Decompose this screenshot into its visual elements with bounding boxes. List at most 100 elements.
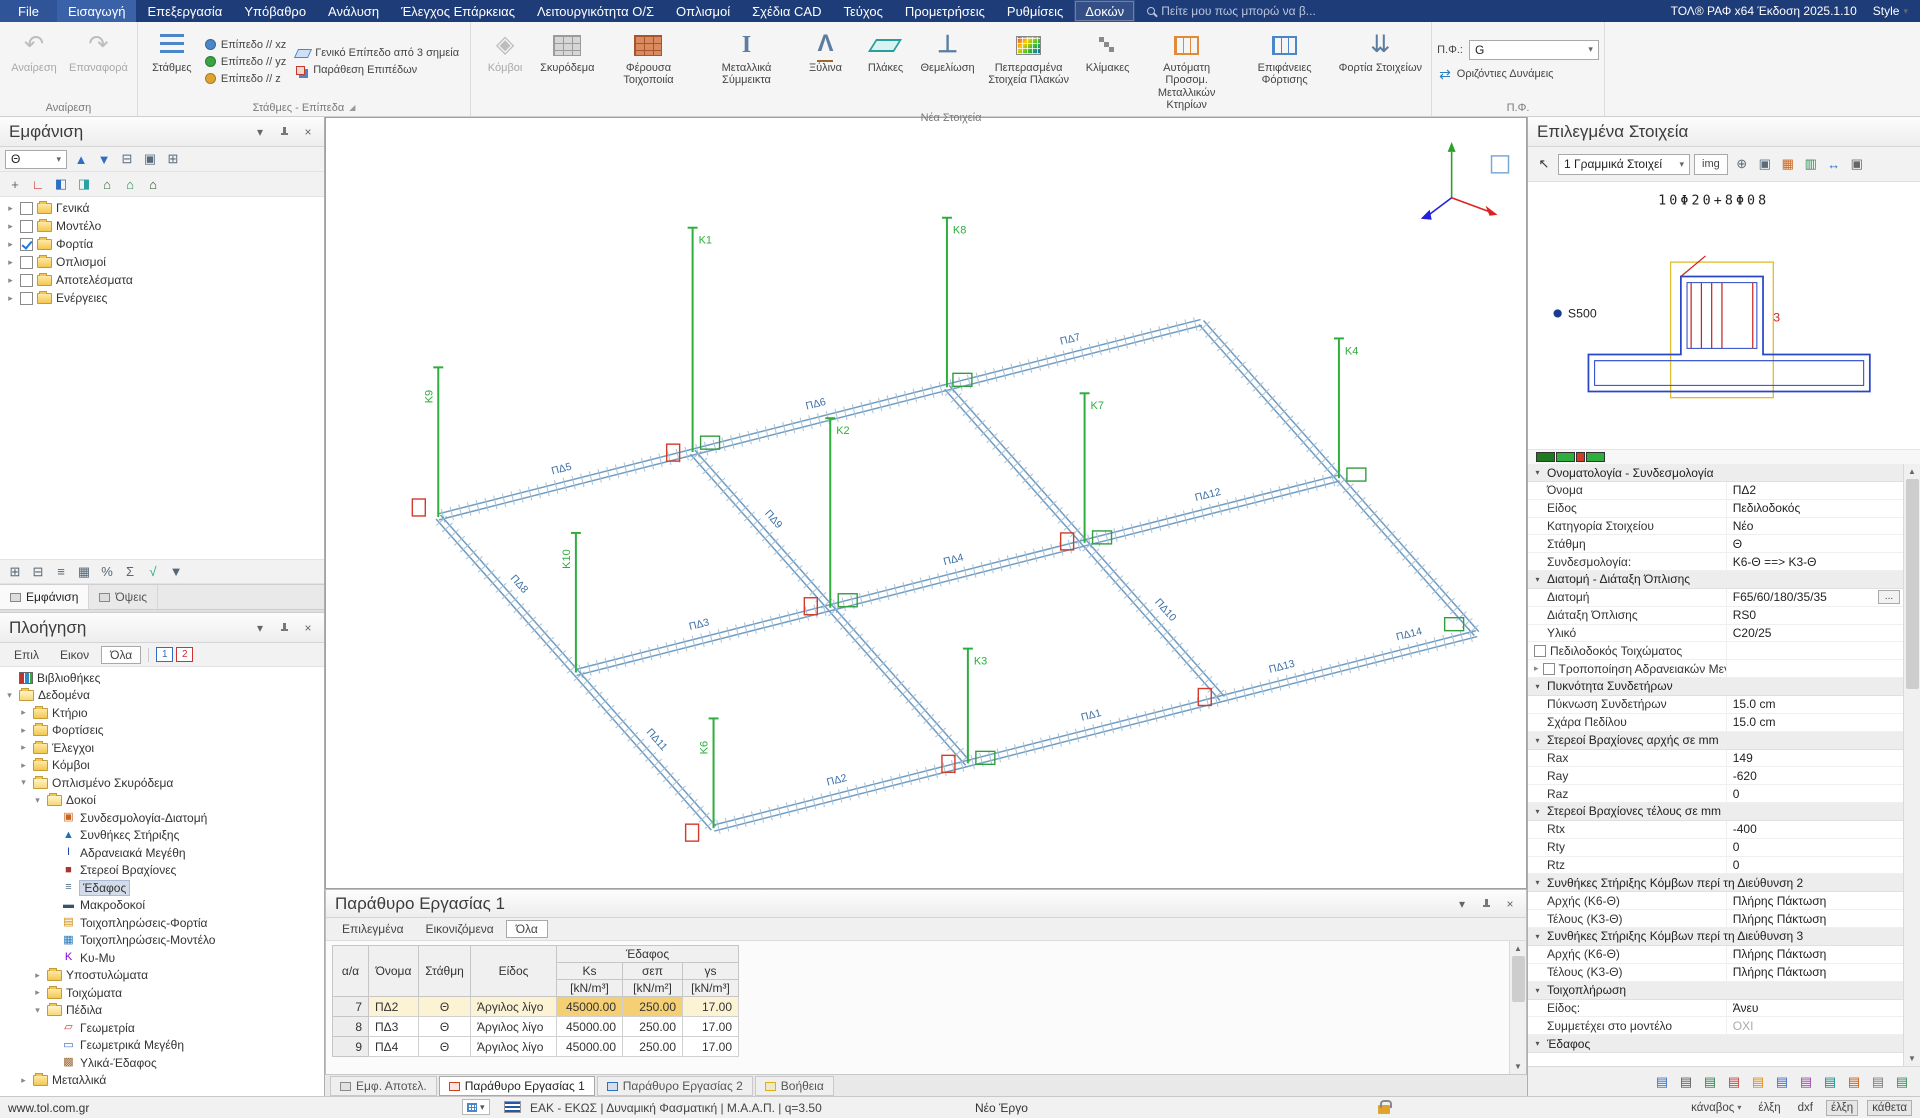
slab-fem-button[interactable]: Πεπερασμένα Στοιχεία Πλακών — [981, 24, 1077, 112]
collapse-icon[interactable]: ▾ — [1532, 878, 1543, 887]
axes-icon[interactable]: ∟ — [28, 174, 48, 194]
settings-icon[interactable]: ▤ — [1868, 1072, 1888, 1092]
redo-button[interactable]: ↷Επαναφορά — [65, 24, 132, 99]
property-row[interactable]: ▸Τροποποίηση Αδρανειακών Μεγεθών — [1528, 660, 1903, 678]
property-value[interactable]: 0 — [1727, 785, 1903, 802]
print-icon[interactable]: ▤ — [1772, 1072, 1792, 1092]
nav-tree-item-8[interactable]: ▾Δοκοί — [0, 792, 324, 810]
table-cell[interactable]: 17.00 — [683, 997, 739, 1017]
property-grid-scrollbar[interactable]: ▲ ▼ — [1903, 464, 1920, 1066]
chevron-down-icon[interactable]: ▾ — [253, 125, 267, 139]
info-icon[interactable]: ▤ — [1892, 1072, 1912, 1092]
view-cube-icon[interactable]: ◧ — [51, 174, 71, 194]
image-export-button[interactable]: img — [1694, 154, 1728, 175]
table-cell[interactable]: 9 — [333, 1037, 369, 1057]
copy-icon[interactable]: ▣ — [1847, 154, 1867, 174]
work-window-tab-2[interactable]: Εικονιζόμενα — [416, 920, 504, 938]
collapse-icon[interactable]: ▾ — [1532, 986, 1543, 995]
undo-button[interactable]: ↶Αναίρεση — [5, 24, 63, 99]
menu-item-11[interactable]: Ρυθμίσεις — [996, 0, 1074, 22]
property-group[interactable]: ▾Συνθήκες Στήριξης Κόμβων περί τη Διεύθυ… — [1528, 928, 1903, 946]
checkbox[interactable] — [20, 238, 33, 251]
document-tab-3[interactable]: Παράθυρο Εργασίας 2 — [597, 1076, 753, 1096]
nav-tree-item-15[interactable]: ▤Τοιχοπληρώσεις-Φορτία — [0, 914, 324, 932]
render-mode-1-icon[interactable]: ⌂ — [97, 174, 117, 194]
render-mode-3-icon[interactable]: ⌂ — [143, 174, 163, 194]
table-cell[interactable]: 8 — [333, 1017, 369, 1037]
column-header[interactable]: σεπ — [623, 963, 683, 980]
property-row[interactable]: Rtx-400 — [1528, 821, 1903, 839]
document-tab-4[interactable]: Βοήθεια — [755, 1076, 834, 1096]
property-row[interactable]: ΌνομαΠΔ2 — [1528, 482, 1903, 500]
property-row[interactable]: Raz0 — [1528, 785, 1903, 803]
nav-tree-item-16[interactable]: ▦Τοιχοπληρώσεις-Μοντέλο — [0, 932, 324, 950]
nav-tree-item-4[interactable]: ▸Φορτίσεις — [0, 722, 324, 740]
load-surfaces-button[interactable]: Επιφάνειες Φόρτισης — [1237, 24, 1333, 112]
property-group[interactable]: ▾Στερεοί Βραχίονες αρχής σε mm — [1528, 732, 1903, 750]
pin-icon[interactable] — [277, 125, 291, 139]
zoom-previous-icon[interactable]: ⊟ — [117, 149, 137, 169]
property-row[interactable]: Τέλους (Κ3-Θ)Πλήρης Πάκτωση — [1528, 964, 1903, 982]
view-shaded-icon[interactable]: ◨ — [74, 174, 94, 194]
collapse-icon[interactable]: ▾ — [1532, 932, 1543, 941]
timber-button[interactable]: ΛΞύλινα — [796, 24, 854, 112]
lock-icon[interactable] — [1378, 1105, 1390, 1114]
model-3d-canvas[interactable]: Κ9Κ1Κ8Κ10Κ2Κ7Κ4Κ6Κ3ΠΔ5ΠΔ6ΠΔ7ΠΔ3ΠΔ4ΠΔ12ΠΔ… — [326, 118, 1526, 888]
work-window-scrollbar[interactable]: ▲ ▼ — [1509, 941, 1526, 1074]
tile-planes-button[interactable]: Παράθεση Επιπέδων — [294, 63, 465, 77]
property-value[interactable]: 0 — [1727, 839, 1903, 856]
website-link[interactable]: www.tol.com.gr — [8, 1097, 89, 1118]
scroll-down-icon[interactable]: ▼ — [1510, 1059, 1526, 1074]
nav-tree-item-18[interactable]: ▸Υποστυλώματα — [0, 967, 324, 985]
expander-icon[interactable]: ▸ — [18, 707, 29, 718]
property-value[interactable]: ΟΧΙ — [1727, 1017, 1903, 1034]
section-preview[interactable]: 10Φ20+8Φ08 3 S500 — [1528, 182, 1920, 450]
column-header[interactable]: Όνομα — [369, 946, 419, 997]
view-cube-icon[interactable] — [1492, 156, 1509, 173]
property-value[interactable]: Νέο — [1727, 518, 1903, 535]
list-icon[interactable]: ≡ — [51, 562, 71, 582]
scrollbar-thumb[interactable] — [1906, 479, 1919, 689]
select-element-icon[interactable]: ↖ — [1534, 154, 1554, 174]
table-cell[interactable]: 250.00 — [623, 1017, 683, 1037]
table-cell[interactable]: Άργιλος λίγο — [471, 997, 557, 1017]
property-row[interactable]: Πύκνωση Συνδετήρων15.0 cm — [1528, 696, 1903, 714]
nav-tree-item-19[interactable]: ▸Τοιχώματα — [0, 984, 324, 1002]
snap-toggle-3[interactable]: dxf — [1794, 1100, 1817, 1116]
checkbox[interactable] — [1534, 645, 1546, 657]
chevron-down-icon[interactable]: ▾ — [1455, 897, 1469, 911]
menu-item-5[interactable]: Έλεγχος Επάρκειας — [390, 0, 526, 22]
expander-icon[interactable]: ▸ — [5, 275, 16, 286]
expander-icon[interactable]: ▸ — [18, 742, 29, 753]
model-3d-viewport[interactable]: Κ9Κ1Κ8Κ10Κ2Κ7Κ4Κ6Κ3ΠΔ5ΠΔ6ΠΔ7ΠΔ3ΠΔ4ΠΔ12ΠΔ… — [325, 117, 1527, 889]
property-value[interactable]: Πλήρης Πάκτωση — [1727, 964, 1903, 981]
table-cell[interactable]: 7 — [333, 997, 369, 1017]
expander-icon[interactable]: ▾ — [18, 777, 29, 788]
chevron-down-icon[interactable]: ▾ — [253, 621, 267, 635]
word-icon[interactable]: ▤ — [1844, 1072, 1864, 1092]
column-header[interactable]: Στάθμη — [419, 946, 471, 997]
pan-icon[interactable]: + — [5, 174, 25, 194]
support-marker[interactable] — [686, 824, 699, 841]
table-remove-icon[interactable]: ⊟ — [28, 562, 48, 582]
display-tree-item-5[interactable]: ▸Αποτελέσματα — [0, 271, 324, 289]
property-group[interactable]: ▾Έδαφος — [1528, 1035, 1903, 1053]
display-tree-item-3[interactable]: ▸Φορτία — [0, 235, 324, 253]
property-value[interactable]: C20/25 — [1727, 625, 1903, 642]
element-loads-button[interactable]: ⇊Φορτία Στοιχείων — [1335, 24, 1426, 112]
grid-icon[interactable]: ▦ — [74, 562, 94, 582]
table-icon[interactable]: ▤ — [1700, 1072, 1720, 1092]
scroll-up-icon[interactable]: ▲ — [1510, 941, 1526, 956]
checkbox[interactable] — [20, 256, 33, 269]
nav-filter-2[interactable]: Εικον — [51, 646, 98, 664]
expander-icon[interactable]: ▸ — [5, 203, 16, 214]
property-value[interactable]: F65/60/180/35/35... — [1727, 589, 1903, 606]
property-row[interactable]: ΔιατομήF65/60/180/35/35... — [1528, 589, 1903, 607]
check-icon[interactable]: √ — [143, 562, 163, 582]
element-type-select[interactable]: 1 Γραμμικά Στοιχεί▾ — [1558, 154, 1690, 175]
property-value[interactable]: Πλήρης Πάκτωση — [1727, 946, 1903, 963]
snap-toggle-5[interactable]: κάθετα — [1867, 1100, 1912, 1116]
menu-item-3[interactable]: Υπόβαθρο — [233, 0, 317, 22]
pin-icon[interactable] — [277, 621, 291, 635]
menu-item-10[interactable]: Προμετρήσεις — [894, 0, 996, 22]
